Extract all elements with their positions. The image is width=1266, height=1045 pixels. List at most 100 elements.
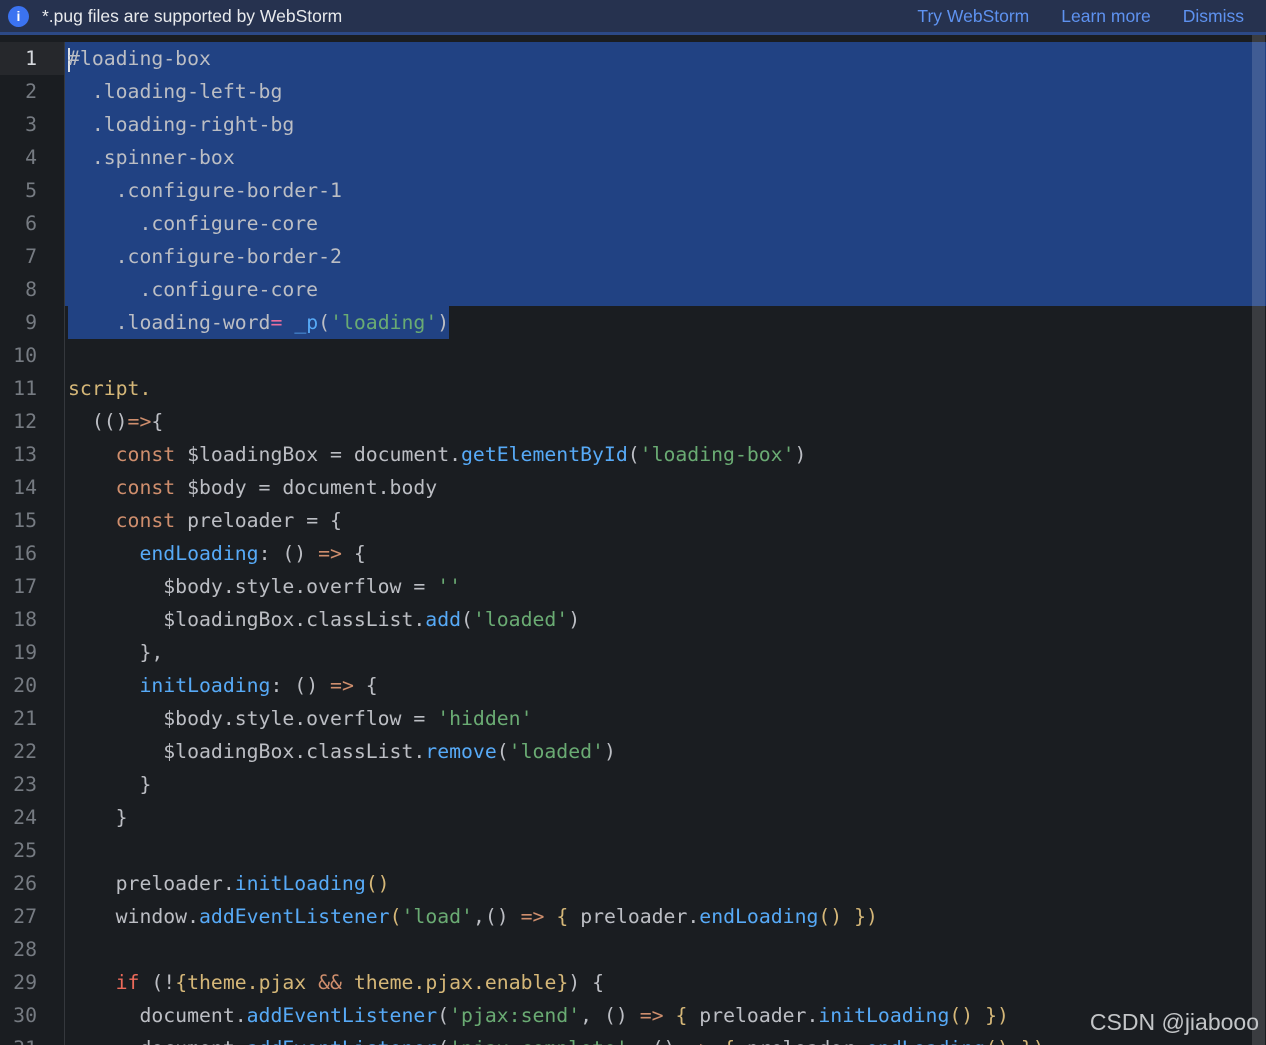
line-number[interactable]: 12 [0,405,65,438]
code-line[interactable] [65,933,1266,966]
code-token: () [818,905,843,928]
code-token: ( [437,1037,449,1045]
code-line[interactable]: .configure-border-1 [65,174,1266,207]
code-line[interactable]: $body.style.overflow = '' [65,570,1266,603]
line-number[interactable]: 25 [0,834,65,867]
code-token: addEventListener [247,1037,438,1045]
code-editor[interactable]: 1 #loading-box 2 .loading-left-bg 3 .loadin… [0,35,1266,1045]
line-number[interactable]: 15 [0,504,65,537]
code-line[interactable]: .configure-border-2 [65,240,1266,273]
code-line-row: 28 [0,933,1266,966]
code-token: => [318,542,342,565]
line-number[interactable]: 21 [0,702,65,735]
line-number[interactable]: 27 [0,900,65,933]
line-number[interactable]: 30 [0,999,65,1032]
code-line[interactable]: if (!{theme.pjax && theme.pjax.enable}) … [65,966,1266,999]
code-token: { [723,1037,735,1045]
code-line-row: 21 $body.style.overflow = 'hidden' [0,702,1266,735]
line-number[interactable]: 6 [0,207,65,240]
line-number[interactable]: 8 [0,273,65,306]
line-number[interactable]: 24 [0,801,65,834]
code-line[interactable]: const $body = document.body [65,471,1266,504]
code-line-row: 10 [0,339,1266,372]
code-line[interactable]: $loadingBox.classList.remove('loaded') [65,735,1266,768]
code-token: = [270,311,283,334]
code-line[interactable]: endLoading: () => { [65,537,1266,570]
line-number[interactable]: 19 [0,636,65,669]
code-line-row: 24 } [0,801,1266,834]
code-token: 'loaded' [508,740,604,763]
line-number[interactable]: 20 [0,669,65,702]
code-token: .loading-word [68,311,271,334]
code-line[interactable]: $loadingBox.classList.add('loaded') [65,603,1266,636]
line-number[interactable]: 16 [0,537,65,570]
code-token: endLoading [139,542,259,565]
code-line[interactable] [65,339,1266,372]
code-line[interactable]: (()=>{ [65,405,1266,438]
code-token: .configure-core [68,278,319,301]
code-line-row: 26 preloader.initLoading() [0,867,1266,900]
line-number[interactable]: 1 [0,42,65,75]
learn-more-link[interactable]: Learn more [1061,6,1151,27]
code-line[interactable]: .loading-word= _p('loading') [65,306,1266,339]
line-number[interactable]: 5 [0,174,65,207]
code-line[interactable]: const $loadingBox = document.getElementB… [65,438,1266,471]
code-line[interactable] [65,834,1266,867]
line-number[interactable]: 31 [0,1032,65,1045]
code-line[interactable]: window.addEventListener('load',() => { p… [65,900,1266,933]
code-token: 'loading' [330,311,438,334]
code-line[interactable]: preloader.initLoading() [65,867,1266,900]
code-token: ( [437,1004,450,1027]
code-line[interactable]: } [65,768,1266,801]
code-line[interactable]: .loading-right-bg [65,108,1266,141]
code-token: const [115,476,176,499]
code-line[interactable]: .configure-core [65,207,1266,240]
code-token: .loading-left-bg [68,80,283,103]
webstorm-notification-banner: i *.pug files are supported by WebStorm … [0,0,1266,35]
code-line[interactable]: script. [65,372,1266,405]
code-token: { [556,905,569,928]
code-token: => [127,410,152,433]
code-line[interactable]: document.addEventListener('pjax:complete… [65,1032,1266,1045]
code-line[interactable]: .spinner-box [65,141,1266,174]
line-number[interactable]: 4 [0,141,65,174]
line-number[interactable]: 18 [0,603,65,636]
line-number[interactable]: 29 [0,966,65,999]
code-line-row: 22 $loadingBox.classList.remove('loaded'… [0,735,1266,768]
code-token: 'loading-box' [639,443,795,466]
code-line[interactable]: } [65,801,1266,834]
line-number[interactable]: 13 [0,438,65,471]
line-number[interactable]: 22 [0,735,65,768]
code-line[interactable]: document.addEventListener('pjax:send', (… [65,999,1266,1032]
line-number[interactable]: 14 [0,471,65,504]
code-line[interactable]: .configure-core [65,273,1266,306]
code-token: 'hidden' [437,707,533,730]
code-line[interactable]: $body.style.overflow = 'hidden' [65,702,1266,735]
code-line-row: 7 .configure-border-2 [0,240,1266,273]
code-token: .configure-border-2 [68,245,342,268]
line-number[interactable]: 28 [0,933,65,966]
code-token: (() [68,410,128,433]
line-number[interactable]: 23 [0,768,65,801]
code-line[interactable]: }, [65,636,1266,669]
line-number[interactable]: 11 [0,372,65,405]
code-token: ) [568,608,581,631]
code-line[interactable]: #loading-box [65,42,1266,75]
code-token: (! [139,971,176,994]
code-line[interactable]: .loading-left-bg [65,75,1266,108]
try-webstorm-link[interactable]: Try WebStorm [917,6,1029,27]
line-number[interactable]: 10 [0,339,65,372]
line-number[interactable]: 17 [0,570,65,603]
line-number[interactable]: 26 [0,867,65,900]
code-line-row: 20 initLoading: () => { [0,669,1266,702]
dismiss-link[interactable]: Dismiss [1183,6,1244,27]
code-line[interactable]: initLoading: () => { [65,669,1266,702]
line-number[interactable]: 9 [0,306,65,339]
code-line-row: 5 .configure-border-1 [0,174,1266,207]
code-line[interactable]: const preloader = { [65,504,1266,537]
line-number[interactable]: 7 [0,240,65,273]
line-number[interactable]: 2 [0,75,65,108]
vertical-scrollbar[interactable] [1252,35,1265,1045]
line-number[interactable]: 3 [0,108,65,141]
